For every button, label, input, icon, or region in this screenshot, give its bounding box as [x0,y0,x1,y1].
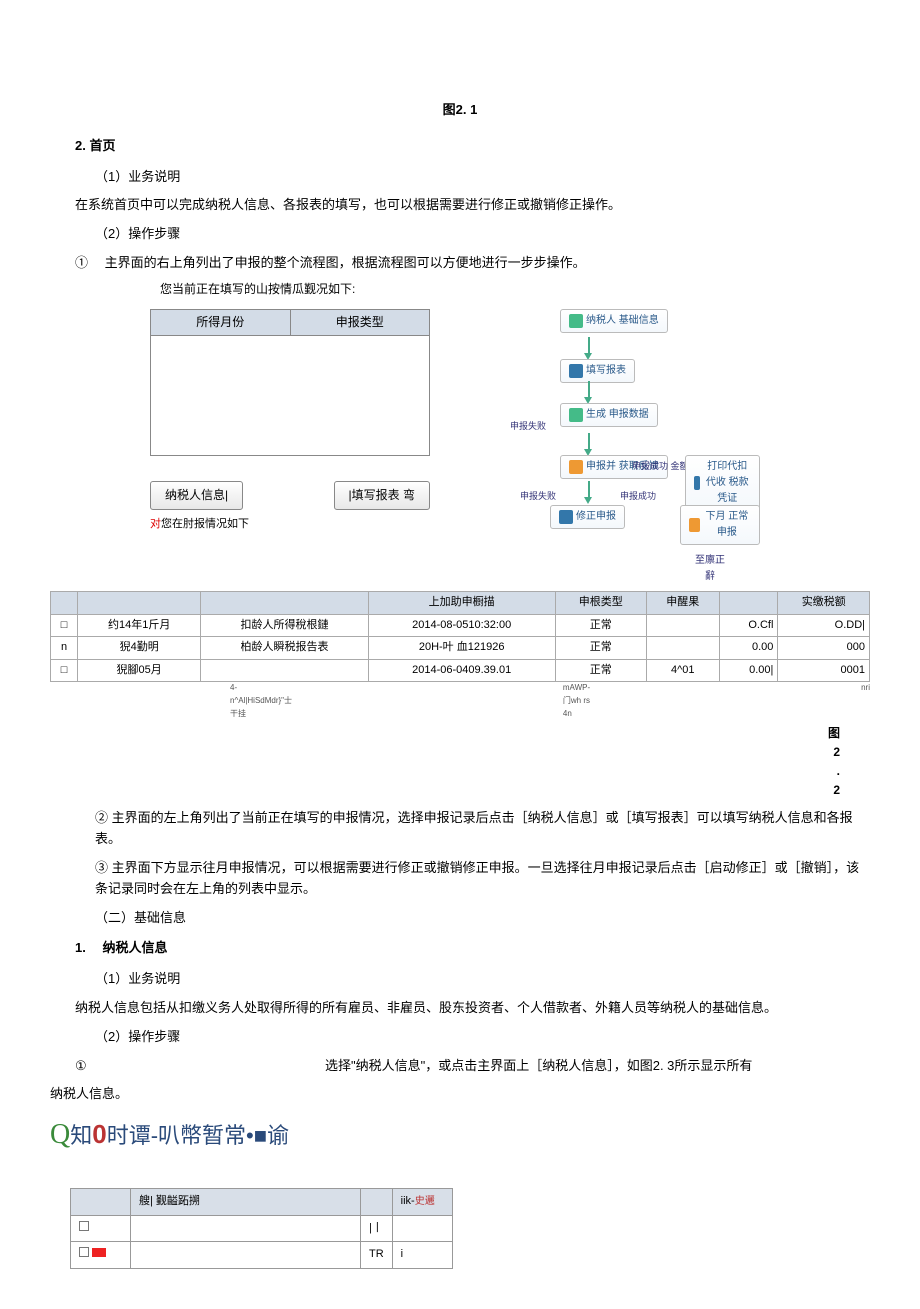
section-base-heading: （二）基础信息 [50,908,870,929]
flow-label-succ: 申报成功 [620,489,656,503]
gear-icon [569,408,583,422]
flow-node-taxpayer[interactable]: 纳税人 基础信息 [560,309,668,333]
history-label-rest: 您在肘报情况如下 [161,518,249,530]
flow-bottom-note: 至廪正 辭 [550,553,870,585]
refresh-icon [569,460,583,474]
left-panel: 所得月份 申报类型 纳税人信息| |填写报表 弯 对您在肘报情况如下 [150,309,430,534]
flow-node-next[interactable]: 下月 正常申报 [680,505,760,545]
checkbox-icon[interactable] [79,1247,89,1257]
step-2-text: ② 主界面的左上角列出了当前正在填写的申报情况，选择申报记录后点击［纳税人信息］… [50,808,870,850]
hist-col: 申醒果 [647,591,720,614]
step-3-text: ③ 主界面下方显示往月申报情况，可以根据需要进行修正或撤销修正申报。一旦选择往月… [50,858,870,900]
checkbox-icon[interactable] [79,1221,89,1231]
hist-col [201,591,369,614]
col-type: 申报类型 [291,310,430,335]
biz-desc-label: （1）业务说明 [50,167,870,188]
section-2-heading: 2. 首页 [50,136,870,157]
history-label-red: 对 [150,518,161,530]
left-table-header: 所得月份 申报类型 [150,309,430,336]
bottom-table: 艘| 觐齸跖搠 iik-史邐 |丨 TR i [70,1188,453,1269]
hist-foot-3: nri [861,682,870,720]
flow-node-print[interactable]: 打印代扣代收 税款凭证 [685,455,760,511]
letter-o-icon: 0 [92,1119,106,1149]
tax-biz-label: （1）业务说明 [50,969,870,990]
red-flag-icon [92,1248,106,1257]
fill-report-button[interactable]: |填写报表 弯 [334,481,430,510]
flowchart: 纳税人 基础信息 填写报表 生成 申报数据 申报失败 申报并 获取反馈 申报成功… [460,309,760,549]
tax-step-1c: 纳税人信息。 [50,1084,870,1105]
pencil-icon [569,364,583,378]
tax-step-1: ①选择"纳税人信息"，或点击主界面上［纳税人信息］，如图2. 3所示显示所有 [50,1056,870,1077]
person-icon [569,314,583,328]
banner: Q知0时谭-叭幣暂常•■谕 [50,1113,870,1158]
tax-ops-label: （2）操作步骤 [50,1027,870,1048]
table-row[interactable]: n猊4勤明柏龄人瞬税报告表20H-叶 血121926正常0.00000 [51,637,870,660]
figure-caption-21: 图2. 1 [50,100,870,121]
taxpayer-info-button[interactable]: 纳税人信息| [150,481,243,510]
col-month: 所得月份 [151,310,291,335]
flow-label-fail2: 申报失败 [520,489,556,503]
section-taxpayer-heading: 1. 纳税人信息 [50,938,870,959]
hist-foot-1: 4-n^Al|HiSdMdr}"士干挂 [230,682,293,720]
edit-icon [559,510,573,524]
table-row[interactable]: □猊腳05月2014-06-0409.39.01正常4^010.00|0001 [51,659,870,682]
hist-col [78,591,201,614]
table-row[interactable]: TR i [71,1242,453,1269]
calendar-icon [689,518,700,532]
history-table: 上加助申橱描申根类型申醒果 实缴税额 □约14年1斤月扣龄人所得稅根鏈2014-0… [50,591,870,682]
step-1-text: ① 主界面的右上角列出了申报的整个流程图，根据流程图可以方便地进行一步步操作。 [50,253,870,274]
table-row[interactable]: □约14年1斤月扣龄人所得稅根鏈2014-08-0510:32:00正常O.Cf… [51,614,870,637]
hist-col: 申根类型 [555,591,647,614]
bt-h1: 艘| 觐齸跖搠 [131,1189,361,1216]
flow-node-correct[interactable]: 修正申报 [550,505,625,529]
current-status-label: 您当前正在填写的山按情瓜觐况如下: [50,280,870,299]
figure-caption-22: 图2.2 [50,724,840,801]
history-label: 对您在肘报情况如下 [150,516,430,534]
hist-foot-2: mAWP- 门wh rs 4n [563,682,591,720]
flow-node-generate[interactable]: 生成 申报数据 [560,403,658,427]
hist-col: 上加助申橱描 [368,591,555,614]
table-row[interactable]: |丨 [71,1215,453,1242]
hist-col [51,591,78,614]
flow-node-fill[interactable]: 填写报表 [560,359,635,383]
hist-col: 实缴税额 [778,591,870,614]
tax-desc: 纳税人信息包括从扣缴义务人处取得所得的所有雇员、非雇员、股东投资者、个人借款者、… [50,998,870,1019]
printer-icon [694,476,700,490]
biz-desc-text: 在系统首页中可以完成纳税人信息、各报表的填写，也可以根据需要进行修正或撤销修正操… [50,195,870,216]
hist-col [719,591,778,614]
left-table-body[interactable] [150,336,430,456]
flow-label-fail: 申报失败 [510,419,546,433]
ops-steps-label: （2）操作步骤 [50,224,870,245]
letter-q-icon: Q [50,1119,70,1150]
